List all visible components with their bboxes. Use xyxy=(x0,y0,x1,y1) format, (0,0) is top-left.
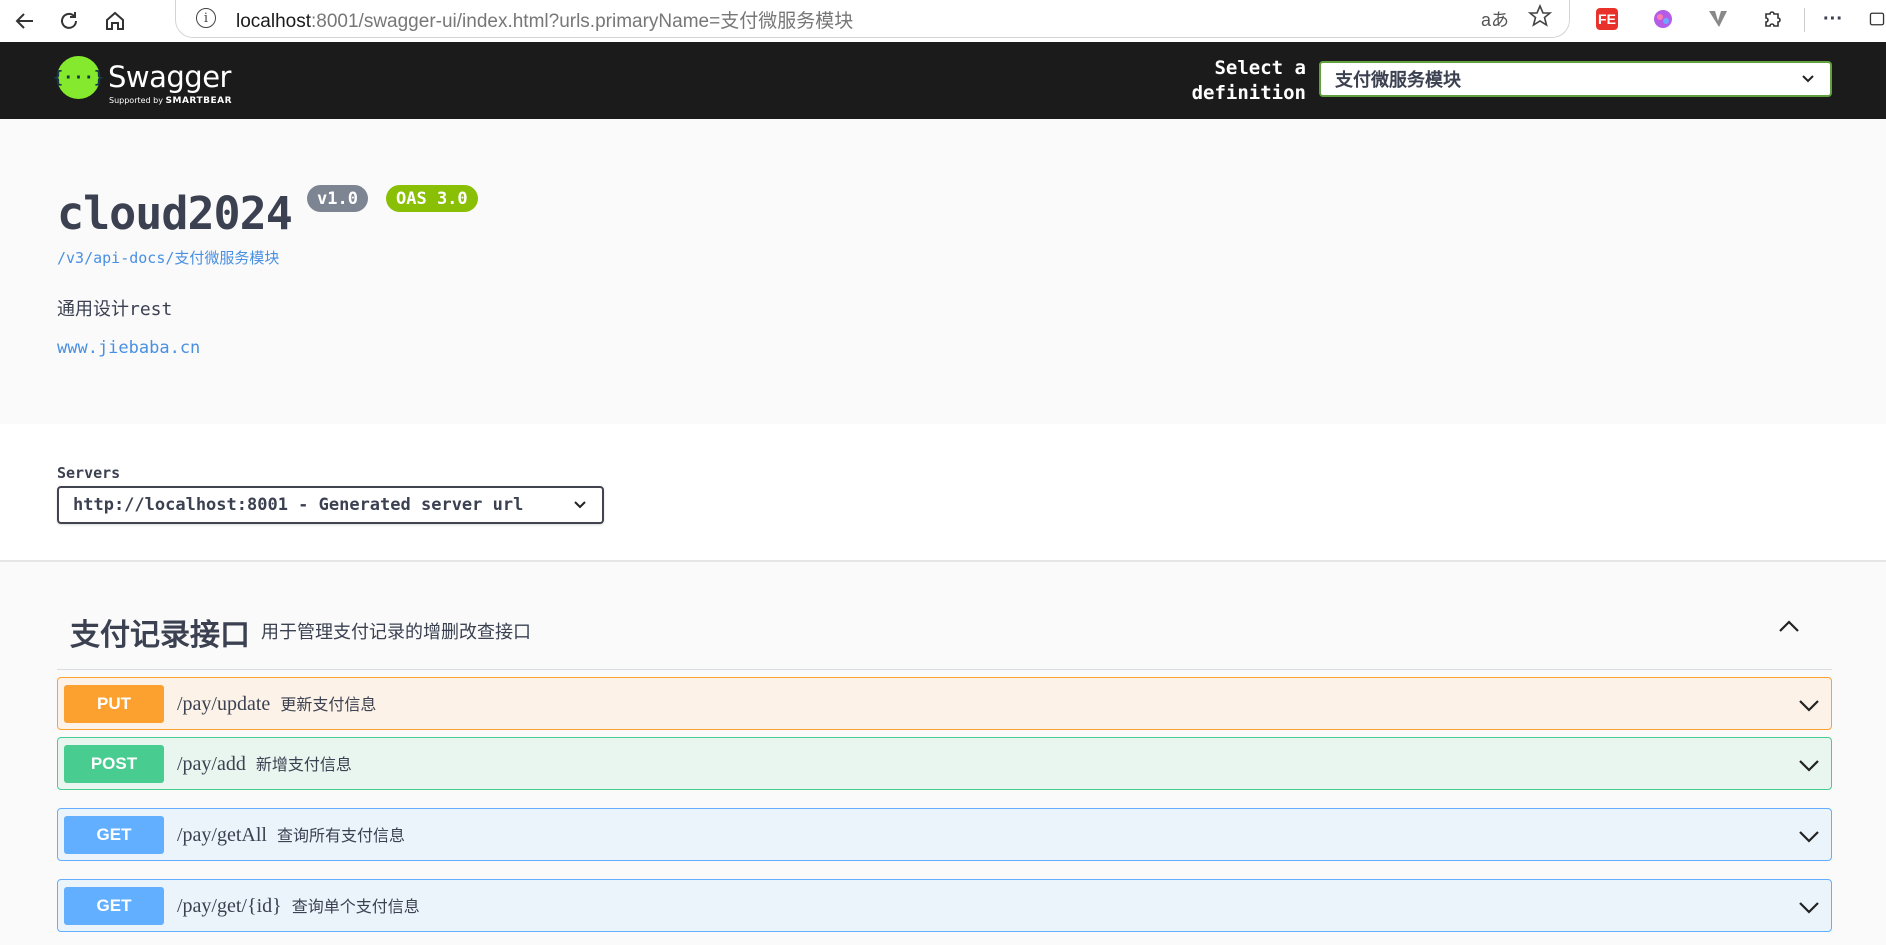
select-definition-label: Select a definition xyxy=(1191,57,1306,104)
swagger-topbar: {···} Swagger Supported by SMARTBEAR Sel… xyxy=(0,42,1886,119)
chevron-up-icon[interactable] xyxy=(1774,612,1804,642)
operation-summary: 查询所有支付信息 xyxy=(276,828,405,845)
toolbar-divider xyxy=(1804,8,1805,32)
extension-v-icon[interactable] xyxy=(1705,6,1731,32)
server-select[interactable]: http://localhost:8001 - Generated server… xyxy=(57,486,604,524)
opblock-post-pay-add[interactable]: POST /pay/add 新增支付信息 xyxy=(57,737,1832,790)
method-badge: PUT xyxy=(64,685,164,723)
servers-section: Servers http://localhost:8001 - Generate… xyxy=(0,424,1886,562)
read-aloud-icon[interactable]: aあ xyxy=(1481,6,1509,32)
tag-name[interactable]: 支付记录接口 xyxy=(70,610,250,654)
version-badge: v1.0 xyxy=(307,185,368,212)
operation-summary: 查询单个支付信息 xyxy=(291,899,420,916)
operation-path: /pay/getAll 查询所有支付信息 xyxy=(177,824,405,846)
swagger-logo-subtitle: Supported by SMARTBEAR xyxy=(109,96,233,106)
chevron-down-icon xyxy=(1802,75,1814,83)
website-link[interactable]: www.jiebaba.cn xyxy=(57,338,200,358)
operation-path: /pay/update 更新支付信息 xyxy=(177,693,377,715)
extensions-puzzle-icon[interactable] xyxy=(1760,6,1786,32)
sidebar-icon[interactable] xyxy=(1868,6,1886,32)
url-text[interactable]: localhost:8001/swagger-ui/index.html?url… xyxy=(236,6,853,33)
method-badge: POST xyxy=(64,745,164,783)
operation-path: /pay/add 新增支付信息 xyxy=(177,753,352,775)
chevron-down-icon[interactable] xyxy=(1795,691,1823,719)
address-bar[interactable]: i localhost:8001/swagger-ui/index.html?u… xyxy=(175,0,1570,38)
servers-label: Servers xyxy=(57,464,121,482)
tag-header[interactable]: 支付记录接口 用于管理支付记录的增删改查接口 xyxy=(57,598,1832,670)
back-arrow-icon[interactable] xyxy=(8,4,42,38)
chevron-down-icon[interactable] xyxy=(1795,893,1823,921)
api-title: cloud2024 xyxy=(57,187,293,240)
method-badge: GET xyxy=(64,816,164,854)
opblock-put-pay-update[interactable]: PUT /pay/update 更新支付信息 xyxy=(57,677,1832,730)
api-description: 通用设计rest xyxy=(57,299,173,320)
oas-badge: OAS 3.0 xyxy=(386,185,478,212)
site-info-icon[interactable]: i xyxy=(196,8,216,28)
operation-path: /pay/get/{id} 查询单个支付信息 xyxy=(177,895,420,917)
definition-select[interactable]: 支付微服务模块 xyxy=(1319,61,1832,97)
api-docs-link[interactable]: /v3/api-docs/支付微服务模块 xyxy=(57,247,279,268)
operation-summary: 新增支付信息 xyxy=(255,757,352,774)
method-badge: GET xyxy=(64,887,164,925)
operation-summary: 更新支付信息 xyxy=(280,697,377,714)
extension-fe-icon[interactable]: FE xyxy=(1596,8,1618,30)
swagger-logo-icon[interactable]: {···} xyxy=(53,56,104,99)
browser-toolbar: i localhost:8001/swagger-ui/index.html?u… xyxy=(0,0,1886,42)
home-icon[interactable] xyxy=(98,4,132,38)
favorite-star-icon[interactable] xyxy=(1527,3,1553,33)
server-select-value: http://localhost:8001 - Generated server… xyxy=(73,495,524,515)
swagger-logo-text[interactable]: Swagger xyxy=(108,60,231,94)
operations-section: 支付记录接口 用于管理支付记录的增删改查接口 PUT /pay/update 更新… xyxy=(0,562,1886,945)
api-info-section: cloud2024 v1.0 OAS 3.0 /v3/api-docs/支付微服… xyxy=(0,119,1886,424)
tag-description: 用于管理支付记录的增删改查接口 xyxy=(261,622,531,642)
chevron-down-icon[interactable] xyxy=(1795,822,1823,850)
reload-icon[interactable] xyxy=(52,4,86,38)
more-menu-icon[interactable]: ··· xyxy=(1820,6,1846,32)
opblock-get-pay-getall[interactable]: GET /pay/getAll 查询所有支付信息 xyxy=(57,808,1832,861)
chevron-down-icon xyxy=(574,501,586,509)
chevron-down-icon[interactable] xyxy=(1795,751,1823,779)
definition-select-value: 支付微服务模块 xyxy=(1335,70,1461,90)
opblock-get-pay-get-id[interactable]: GET /pay/get/{id} 查询单个支付信息 xyxy=(57,879,1832,932)
extension-brain-icon[interactable] xyxy=(1650,6,1676,32)
